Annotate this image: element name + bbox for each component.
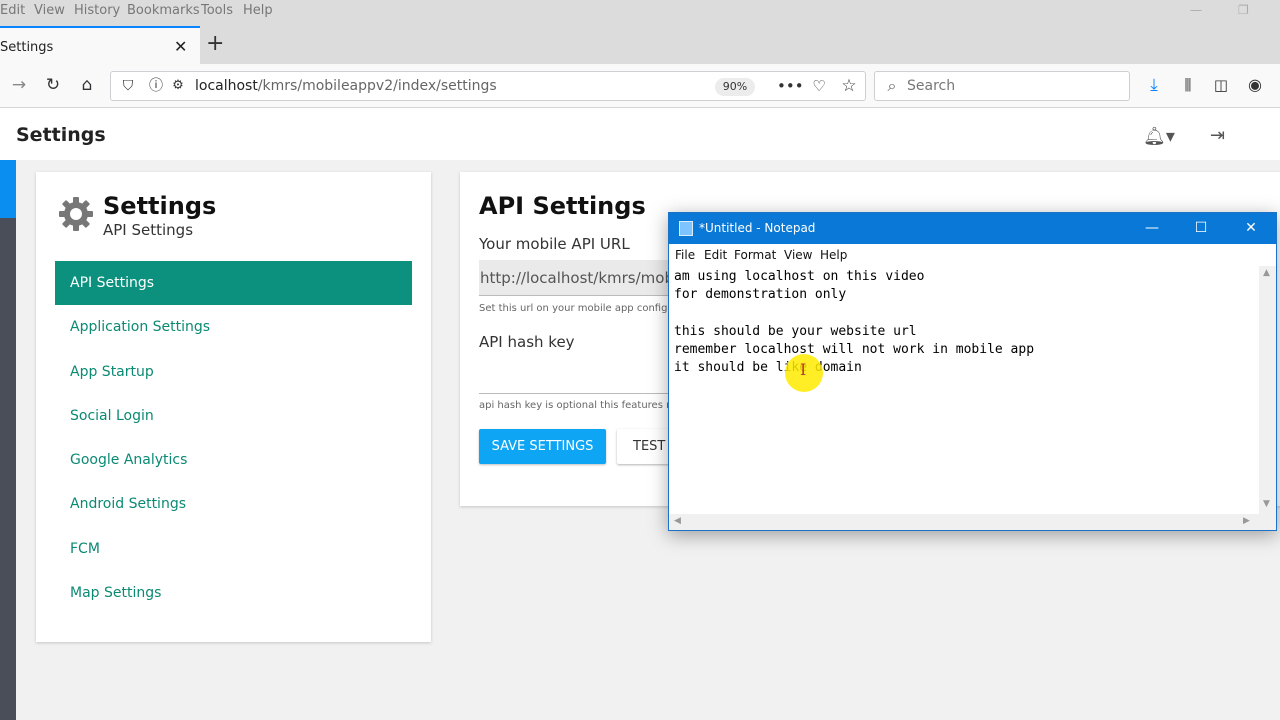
notepad-line: this should be your website url (674, 323, 917, 339)
notepad-menubar: File Edit Format View Help (669, 244, 1276, 266)
tab-close-icon[interactable]: ✕ (174, 37, 187, 56)
api-url-label: Your mobile API URL (479, 235, 630, 253)
site-info-icon[interactable]: ⓘ (145, 75, 167, 97)
settings-menu-list: API Settings Application Settings App St… (55, 261, 412, 615)
menu-item-google-analytics[interactable]: Google Analytics (55, 438, 412, 482)
account-icon[interactable]: ◉ (1244, 74, 1266, 96)
search-icon: ⌕ (887, 76, 897, 95)
notepad-menu-format[interactable]: Format (734, 248, 776, 262)
notepad-vertical-scrollbar[interactable]: ▲ ▼ (1259, 266, 1276, 514)
notepad-menu-help[interactable]: Help (820, 248, 847, 262)
menu-item-map-settings[interactable]: Map Settings (55, 571, 412, 615)
menu-item-api-settings[interactable]: API Settings (55, 261, 412, 306)
sidebar-toggle-icon[interactable]: ◫ (1210, 74, 1232, 96)
new-tab-icon[interactable]: + (206, 33, 224, 55)
maximize-icon[interactable]: ☐ (1186, 217, 1216, 239)
settings-card-title: Settings (103, 192, 217, 220)
menu-help[interactable]: Help (243, 3, 273, 18)
url-path: /kmrs/mobileappv2/index/settings (257, 78, 497, 94)
menu-item-application-settings[interactable]: Application Settings (55, 305, 412, 349)
library-icon[interactable]: ⫼ (1177, 74, 1199, 96)
downloads-icon[interactable]: ⤓ (1143, 74, 1165, 96)
notepad-text-area[interactable]: am using localhost on this video for demo… (674, 268, 1254, 378)
close-icon[interactable]: ✕ (1236, 217, 1266, 239)
notepad-line: for demonstration only (674, 287, 847, 303)
app-side-strip (0, 160, 16, 720)
notification-bell-icon[interactable]: 🔔︎▾ (1143, 126, 1175, 147)
notepad-line (674, 305, 1254, 323)
scroll-left-icon[interactable]: ◀ (674, 516, 681, 526)
page-actions-icon[interactable]: ••• (777, 75, 804, 97)
scroll-down-icon[interactable]: ▼ (1263, 499, 1270, 509)
menu-item-app-startup[interactable]: App Startup (55, 350, 412, 394)
tracking-shield-icon[interactable]: ⛉ (117, 75, 139, 97)
logout-icon[interactable]: ⇥ (1210, 125, 1225, 146)
scroll-right-icon[interactable]: ▶ (1243, 516, 1250, 526)
menu-item-android-settings[interactable]: Android Settings (55, 482, 412, 526)
notepad-line: remember localhost will not work in mobi… (674, 342, 1035, 358)
forward-icon[interactable]: → (8, 74, 30, 96)
menu-view[interactable]: View (34, 3, 65, 18)
notepad-app-icon (679, 221, 693, 236)
menu-item-fcm[interactable]: FCM (55, 527, 412, 571)
address-bar[interactable]: ⛉ ⓘ ⚙ localhost/kmrs/mobileappv2/index/s… (110, 71, 866, 101)
menu-bookmarks[interactable]: Bookmarks (127, 3, 200, 18)
settings-card-subtitle: API Settings (103, 221, 194, 239)
menu-item-social-login[interactable]: Social Login (55, 394, 412, 438)
notepad-menu-view[interactable]: View (784, 248, 812, 262)
save-settings-button[interactable]: SAVE SETTINGS (479, 429, 606, 464)
menu-history[interactable]: History (74, 3, 120, 18)
api-url-help-text: Set this url on your mobile app config (479, 303, 668, 314)
home-icon[interactable]: ⌂ (76, 74, 98, 96)
notepad-line: it should be like domain (674, 360, 862, 376)
menu-tools[interactable]: Tools (201, 3, 233, 18)
api-hash-key-label: API hash key (479, 333, 575, 351)
tab-settings[interactable]: Settings ✕ (0, 26, 200, 64)
settings-menu-card: Settings API Settings API Settings Appli… (36, 172, 431, 642)
search-bar[interactable]: ⌕ Search (874, 71, 1130, 101)
browser-menubar: Edit View History Bookmarks Tools Help —… (0, 0, 1280, 22)
page-header: Settings 🔔︎▾ ⇥ (0, 108, 1280, 160)
resize-grip-icon[interactable] (1259, 514, 1276, 530)
navigation-toolbar: → ↻ ⌂ ⛉ ⓘ ⚙ localhost/kmrs/mobileappv2/i… (0, 64, 1280, 108)
minimize-icon[interactable]: — (1137, 217, 1167, 239)
window-minimize-icon[interactable]: — (1190, 3, 1202, 17)
url-text: localhost/kmrs/mobileappv2/index/setting… (195, 78, 497, 94)
scroll-up-icon[interactable]: ▲ (1263, 268, 1270, 278)
page-title: Settings (16, 124, 106, 146)
bookmark-star-icon[interactable]: ☆ (838, 75, 860, 97)
notepad-titlebar[interactable]: *Untitled - Notepad — ☐ ✕ (669, 213, 1276, 244)
window-restore-icon[interactable]: ❐ (1238, 3, 1249, 17)
api-settings-title: API Settings (479, 192, 646, 220)
search-placeholder: Search (907, 78, 956, 94)
tab-title: Settings (0, 40, 54, 55)
notepad-window[interactable]: *Untitled - Notepad — ☐ ✕ File Edit Form… (668, 212, 1277, 531)
zoom-level-badge[interactable]: 90% (715, 78, 755, 96)
notepad-menu-edit[interactable]: Edit (704, 248, 727, 262)
tab-strip: Settings ✕ + (0, 22, 1280, 64)
menu-edit[interactable]: Edit (0, 3, 25, 18)
pocket-icon[interactable]: ♡ (808, 75, 830, 97)
notepad-horizontal-scrollbar[interactable]: ◀ ▶ (669, 514, 1259, 530)
permissions-icon[interactable]: ⚙ (167, 75, 189, 97)
notepad-menu-file[interactable]: File (675, 248, 695, 262)
reload-icon[interactable]: ↻ (42, 74, 64, 96)
notepad-title: *Untitled - Notepad (699, 221, 816, 235)
side-strip-active-item[interactable] (0, 160, 16, 218)
url-host: localhost (195, 78, 258, 94)
gear-icon (59, 197, 93, 231)
notepad-line: am using localhost on this video (674, 269, 925, 284)
text-cursor-icon: I (800, 360, 807, 379)
